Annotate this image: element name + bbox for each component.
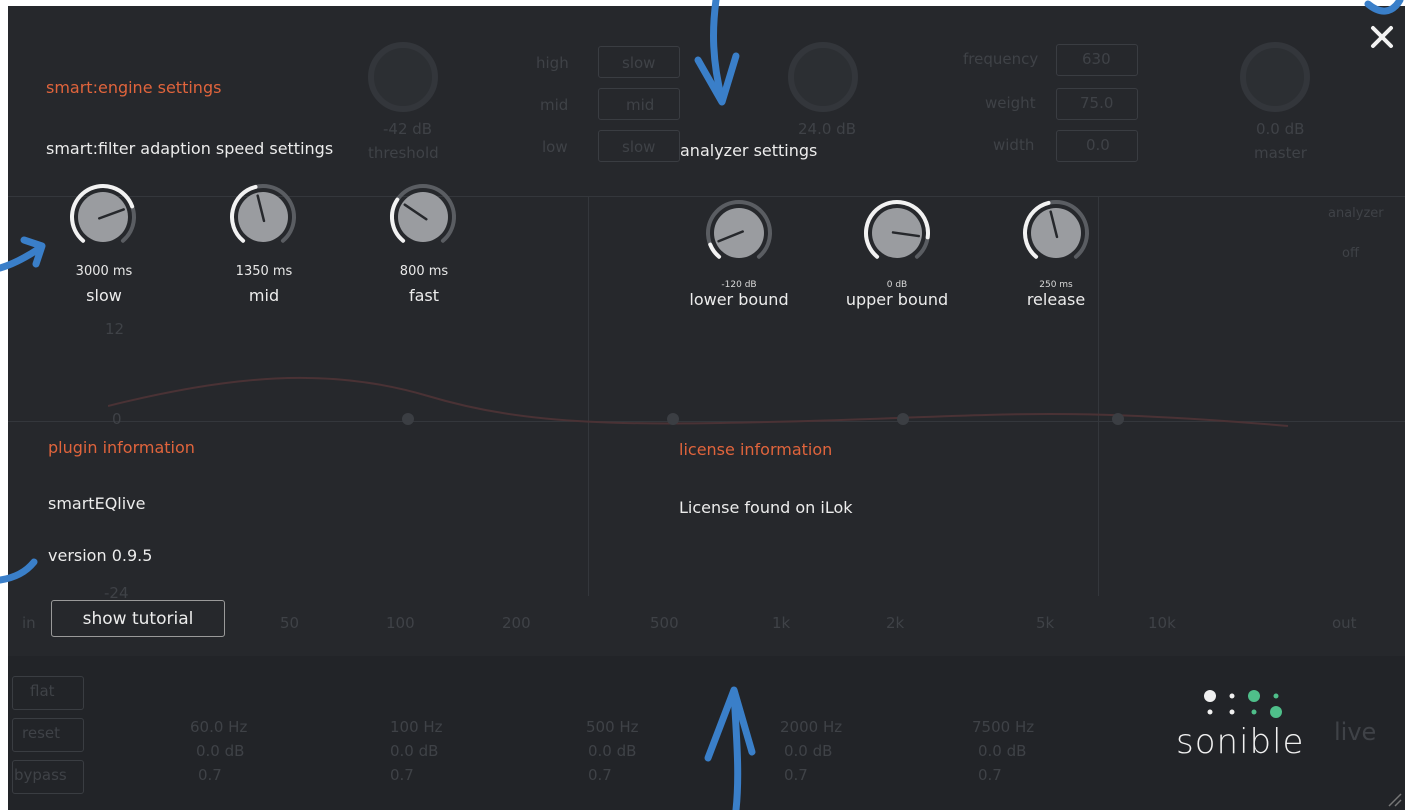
fast-knob-label: fast <box>408 286 440 305</box>
annotation-arrow-down-icon <box>694 0 740 106</box>
band-label: mid <box>540 96 569 114</box>
threshold-label: threshold <box>368 144 439 162</box>
band-q: 0.7 <box>588 766 612 784</box>
db-tick: 12 <box>105 320 125 338</box>
annotation-arrow-right-icon <box>0 236 46 272</box>
upper-bound-value: 0 dB <box>886 280 908 290</box>
freq-tick: 5k <box>1036 614 1055 632</box>
freq-tick: out <box>1332 614 1357 632</box>
plugin-version: version 0.9.5 <box>48 546 153 565</box>
width-label: width <box>993 136 1035 154</box>
divider <box>8 196 1405 197</box>
band-freq: 100 Hz <box>390 718 443 736</box>
lower-bound-value: -120 dB <box>721 280 757 290</box>
freq-tick: 200 <box>502 614 531 632</box>
band-q: 0.7 <box>390 766 414 784</box>
band-freq: 500 Hz <box>586 718 639 736</box>
speed-value: mid <box>626 96 655 114</box>
threshold-value: -42 dB <box>383 120 433 138</box>
mid-knob-label: mid <box>248 286 280 305</box>
band-freq: 2000 Hz <box>780 718 843 736</box>
engine-section-title: smart:engine settings <box>46 78 222 97</box>
upper-bound-knob[interactable] <box>862 198 932 268</box>
show-tutorial-button[interactable]: show tutorial <box>51 600 225 637</box>
annotation-arrow-right-icon <box>0 558 38 584</box>
slow-knob-value: 3000 ms <box>75 264 133 279</box>
plugin-section-title: plugin information <box>48 438 195 457</box>
band-gain: 0.0 dB <box>784 742 833 760</box>
master-value: 0.0 dB <box>1256 120 1305 138</box>
frequency-label: frequency <box>963 50 1039 68</box>
slow-knob-label: slow <box>86 286 122 305</box>
lower-bound-knob[interactable] <box>704 198 774 268</box>
gain-knob <box>788 42 858 112</box>
band-q: 0.7 <box>198 766 222 784</box>
engine-subtitle: smart:filter adaption speed settings <box>46 139 334 158</box>
plugin-name: smartEQlive <box>48 494 146 513</box>
freq-tick: 1k <box>772 614 791 632</box>
weight-label: weight <box>985 94 1036 112</box>
bypass-label: bypass <box>14 766 67 784</box>
freq-tick: 10k <box>1148 614 1176 632</box>
slow-knob[interactable] <box>68 182 138 252</box>
license-status: License found on iLok <box>679 498 853 517</box>
frequency-value: 630 <box>1082 50 1111 68</box>
freq-tick: 500 <box>650 614 679 632</box>
master-knob <box>1240 42 1310 112</box>
band-gain: 0.0 dB <box>588 742 637 760</box>
annotation-arrow-up-icon <box>704 686 756 810</box>
upper-bound-label: upper bound <box>845 290 949 309</box>
freq-tick: 2k <box>886 614 905 632</box>
freq-tick: 100 <box>386 614 415 632</box>
freq-tick: in <box>22 614 36 632</box>
logo-text: sonible <box>1176 722 1305 762</box>
reset-label: reset <box>22 724 60 742</box>
width-value: 0.0 <box>1086 136 1110 154</box>
license-section-title: license information <box>679 440 833 459</box>
release-value: 250 ms <box>1039 280 1073 290</box>
knob-level-arc <box>708 242 722 259</box>
weight-value: 75.0 <box>1080 94 1114 112</box>
annotation-arrow-icon <box>1364 0 1404 15</box>
mid-knob[interactable] <box>228 182 298 252</box>
release-knob[interactable] <box>1021 198 1091 268</box>
flat-label: flat <box>30 682 55 700</box>
band-gain: 0.0 dB <box>196 742 245 760</box>
band-label: low <box>542 138 568 156</box>
threshold-knob <box>368 42 438 112</box>
gain-value: 24.0 dB <box>798 120 856 138</box>
band-freq: 7500 Hz <box>972 718 1035 736</box>
resize-grip-icon[interactable] <box>1385 790 1403 808</box>
band-q: 0.7 <box>978 766 1002 784</box>
speed-value: slow <box>622 138 656 156</box>
mid-knob-value: 1350 ms <box>235 264 293 279</box>
analyzer-state: off <box>1342 246 1359 261</box>
analyzer-title: analyzer settings <box>680 141 818 160</box>
release-label: release <box>1026 290 1086 309</box>
speed-value: slow <box>622 54 656 72</box>
band-gain: 0.0 dB <box>390 742 439 760</box>
close-icon[interactable] <box>1365 20 1399 54</box>
band-label: high <box>536 54 569 72</box>
master-label: master <box>1254 144 1307 162</box>
fast-knob[interactable] <box>388 182 458 252</box>
lower-bound-label: lower bound <box>689 290 789 309</box>
fast-knob-value: 800 ms <box>399 264 449 279</box>
band-q: 0.7 <box>784 766 808 784</box>
freq-tick: 50 <box>280 614 300 632</box>
band-freq: 60.0 Hz <box>190 718 248 736</box>
analyzer-label: analyzer <box>1328 206 1384 221</box>
band-gain: 0.0 dB <box>978 742 1027 760</box>
